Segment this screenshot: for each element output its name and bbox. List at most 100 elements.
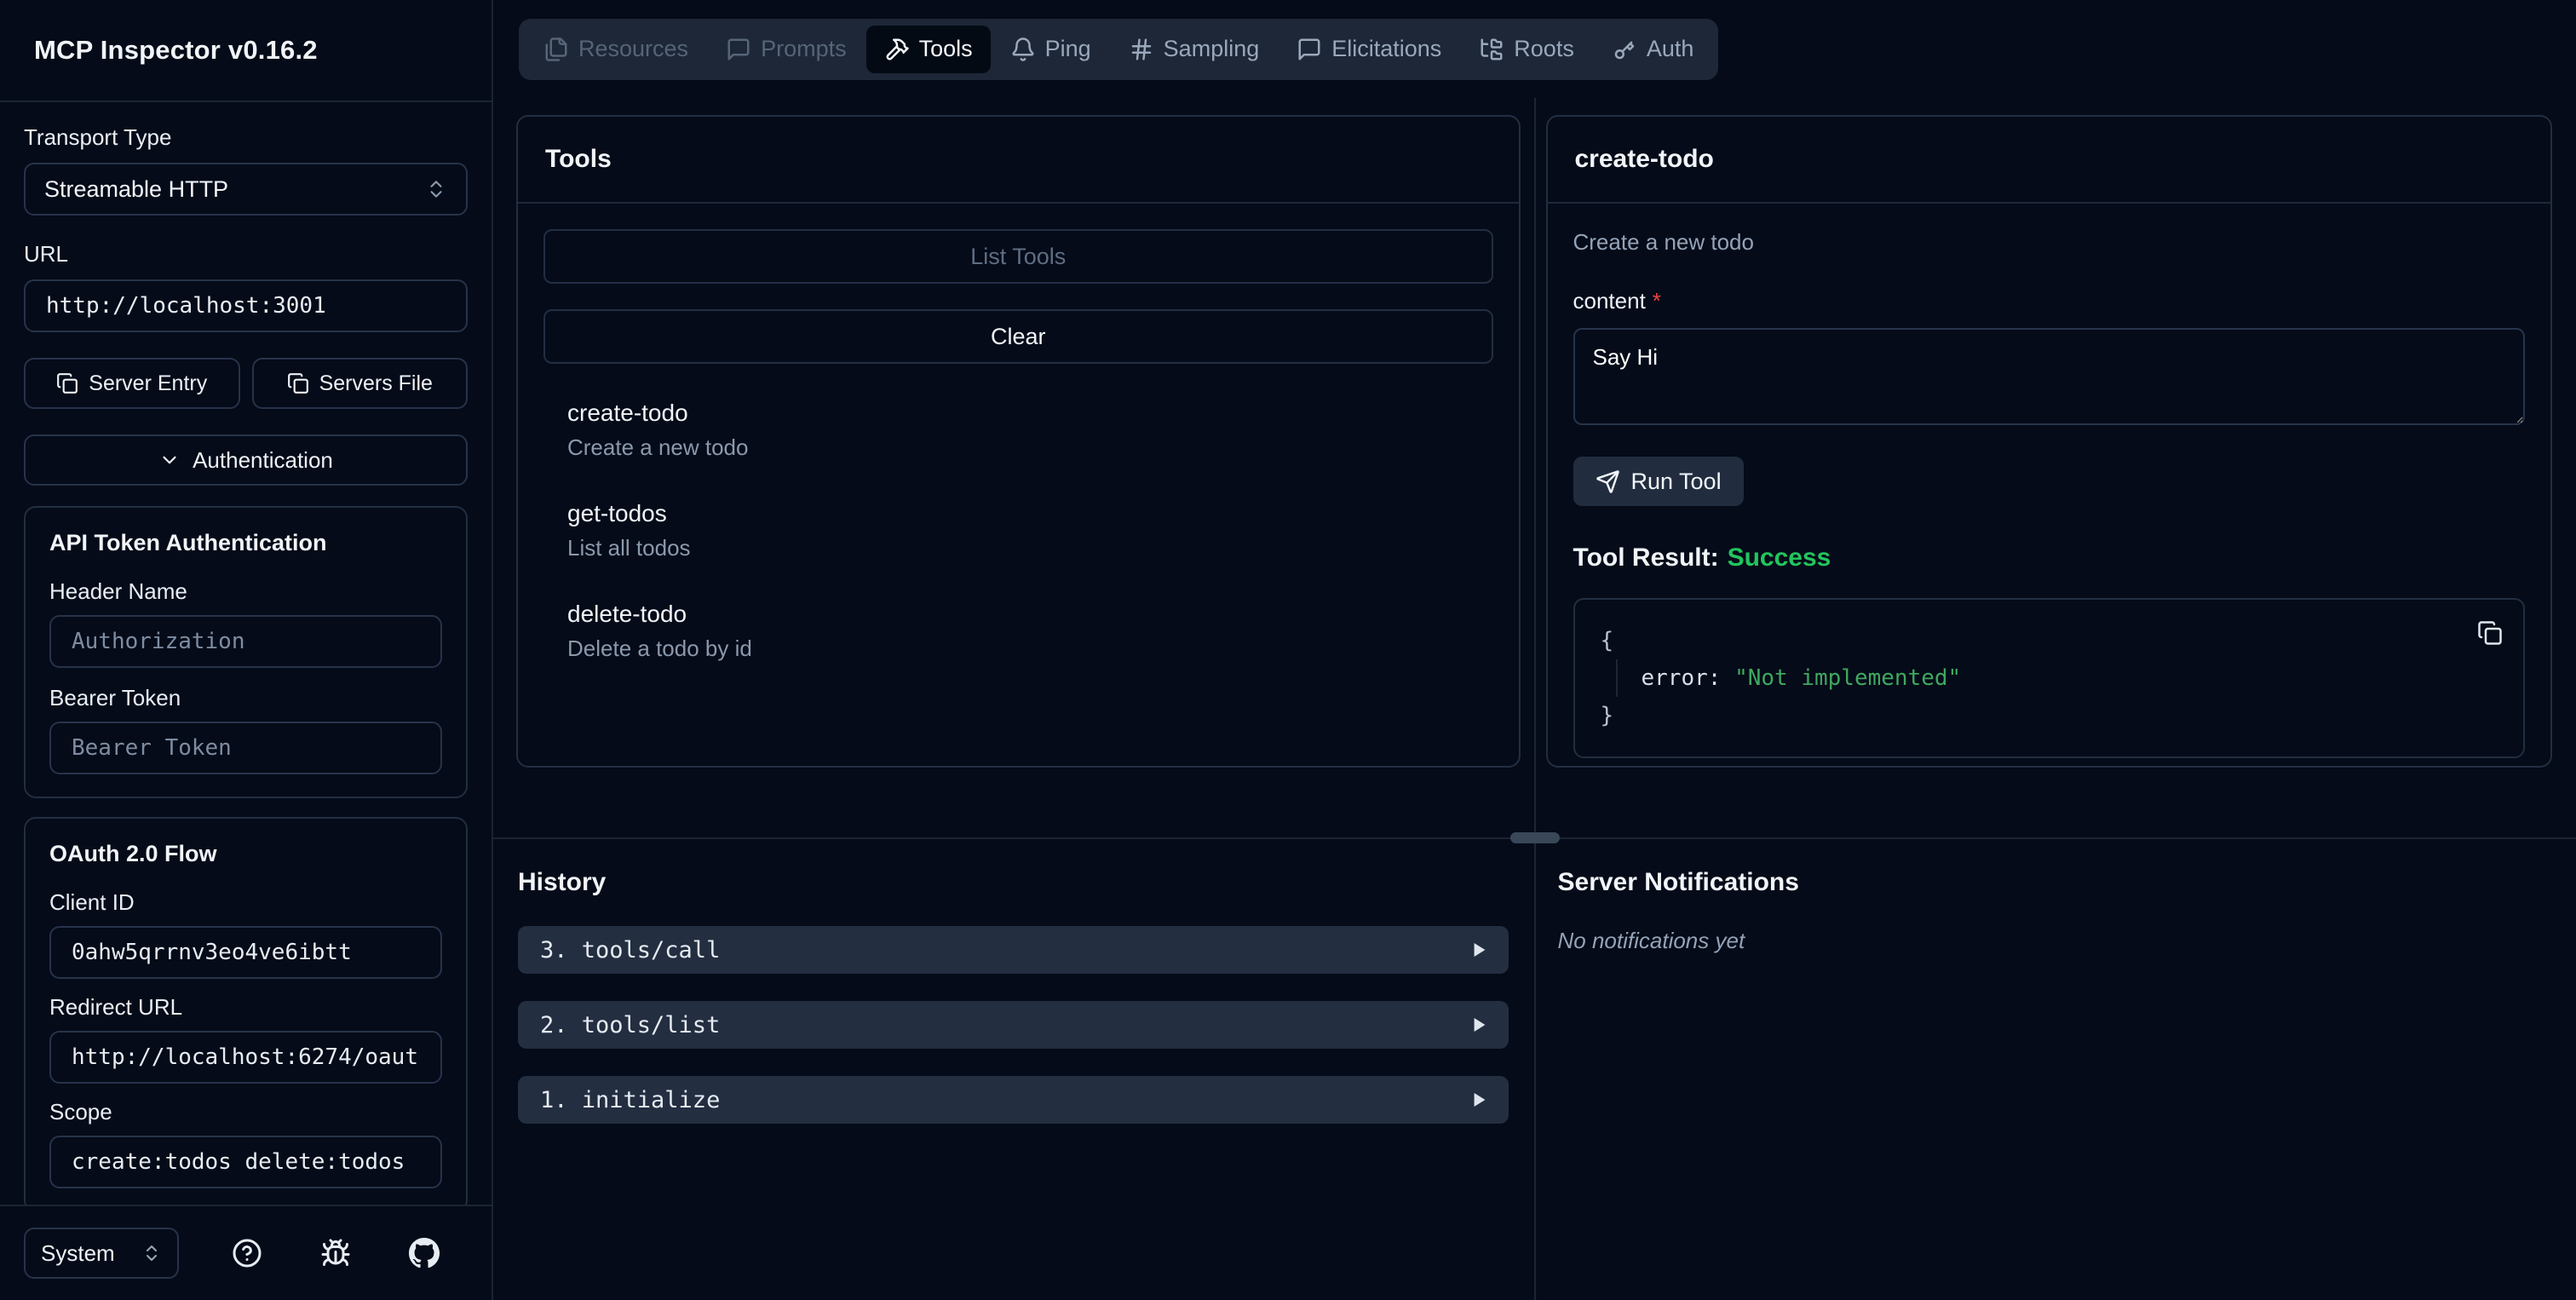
chevrons-up-down-icon <box>147 1245 157 1261</box>
tool-list-item-create-todo[interactable]: create-todo Create a new todo <box>543 400 1493 461</box>
history-row-initialize[interactable]: 1. initialize <box>518 1076 1509 1124</box>
runner-title: create-todo <box>1547 117 2550 204</box>
authentication-toggle-label: Authentication <box>193 446 333 473</box>
scope-input[interactable] <box>49 1136 442 1188</box>
sidebar-content: Transport Type Streamable HTTP URL Serve… <box>0 102 492 1205</box>
redirect-url-input[interactable] <box>49 1031 442 1084</box>
sidebar-footer: System <box>0 1205 492 1300</box>
chevrons-up-down-icon <box>430 181 442 198</box>
tab-ping[interactable]: Ping <box>992 26 1109 73</box>
expand-arrow-icon <box>1474 1018 1485 1032</box>
tab-tools[interactable]: Tools <box>865 25 991 73</box>
notifications-empty-text: No notifications yet <box>1557 928 1745 953</box>
json-value: "Not implemented" <box>1734 665 1962 691</box>
history-row-tools-call[interactable]: 3. tools/call <box>518 926 1509 974</box>
tab-sampling[interactable]: Sampling <box>1111 26 1278 73</box>
result-status-badge: Success <box>1727 544 1831 572</box>
theme-select[interactable]: System <box>24 1228 179 1279</box>
key-icon <box>1614 41 1635 59</box>
url-label: URL <box>24 241 69 267</box>
clear-tools-button[interactable]: Clear <box>543 309 1493 364</box>
api-token-title: API Token Authentication <box>49 530 327 555</box>
transport-type-select[interactable]: Streamable HTTP <box>24 163 468 216</box>
bug-report-button[interactable] <box>317 1234 354 1272</box>
message-square-icon <box>727 38 750 60</box>
bug-icon <box>321 1239 350 1266</box>
help-button[interactable] <box>228 1234 266 1272</box>
tab-elicitations[interactable]: Elicitations <box>1279 26 1459 73</box>
content-field-label: content * <box>1573 288 1661 313</box>
servers-file-button[interactable]: Servers File <box>251 358 468 409</box>
tools-panel-title: Tools <box>518 117 1519 204</box>
theme-select-value: System <box>41 1240 115 1266</box>
notifications-title: Server Notifications <box>1557 868 1799 896</box>
footer-icons <box>228 1234 443 1272</box>
github-button[interactable] <box>405 1234 443 1272</box>
runner-body: Create a new todo content * Say Hi Run To… <box>1548 204 2551 766</box>
list-tools-button[interactable]: List Tools <box>543 229 1493 284</box>
hammer-icon <box>886 37 909 60</box>
tool-list-item-get-todos[interactable]: get-todos List all todos <box>543 500 1493 561</box>
url-input[interactable] <box>24 279 468 332</box>
content-textarea[interactable]: Say Hi <box>1573 328 2525 425</box>
oauth-card: OAuth 2.0 Flow Client ID Redirect URL Sc… <box>24 817 468 1205</box>
history-list: 3. tools/call 2. tools/list 1. initializ… <box>518 926 1509 1124</box>
history-row-tools-list[interactable]: 2. tools/list <box>518 1001 1509 1049</box>
runner-column: create-todo Create a new todo content * S… <box>1536 98 2576 837</box>
oauth-title: OAuth 2.0 Flow <box>49 841 217 866</box>
redirect-url-label: Redirect URL <box>49 994 183 1020</box>
history-title: History <box>518 868 607 896</box>
tab-roots[interactable]: Roots <box>1461 26 1592 73</box>
transport-type-label: Transport Type <box>24 124 172 150</box>
send-icon <box>1596 469 1619 493</box>
server-entry-label: Server Entry <box>89 371 208 395</box>
copy-icon <box>2478 621 2502 645</box>
github-icon <box>409 1238 440 1268</box>
app-title: MCP Inspector v0.16.2 <box>34 35 318 65</box>
copy-result-button[interactable] <box>2477 620 2503 646</box>
run-tool-button[interactable]: Run Tool <box>1573 457 1744 506</box>
tab-resources[interactable]: Resources <box>526 26 706 73</box>
copy-buttons-row: Server Entry Servers File <box>24 358 468 409</box>
client-id-input[interactable] <box>49 926 442 979</box>
result-json-box: { error: "Not implemented" } <box>1573 598 2525 758</box>
history-section: History 3. tools/call 2. tools/list 1. i… <box>493 839 1534 1300</box>
client-id-label: Client ID <box>49 889 135 915</box>
notifications-section: Server Notifications No notifications ye… <box>1536 839 2576 1300</box>
circle-help-icon <box>233 1239 262 1268</box>
authentication-toggle[interactable]: Authentication <box>24 434 468 486</box>
tool-result-row: Tool Result: Success <box>1573 544 1831 572</box>
content-grid: Tools List Tools Clear create-todo Creat… <box>493 98 2576 1300</box>
runner-description: Create a new todo <box>1573 229 1754 255</box>
chevron-down-icon <box>163 456 176 464</box>
server-entry-button[interactable]: Server Entry <box>24 358 240 409</box>
bell-icon <box>1012 37 1034 61</box>
tool-list-item-delete-todo[interactable]: delete-todo Delete a todo by id <box>543 601 1493 662</box>
result-json: { error: "Not implemented" } <box>1601 622 2498 734</box>
tool-runner-panel: create-todo Create a new todo content * S… <box>1545 115 2552 768</box>
bearer-token-label: Bearer Token <box>49 685 181 710</box>
header-name-input[interactable] <box>49 615 442 668</box>
tab-prompts[interactable]: Prompts <box>708 26 865 73</box>
bearer-token-input[interactable] <box>49 722 442 774</box>
tools-column: Tools List Tools Clear create-todo Creat… <box>493 98 1534 837</box>
scope-label: Scope <box>49 1099 112 1125</box>
tab-auth[interactable]: Auth <box>1594 26 1712 73</box>
tab-bar-wrap: Resources Prompts Tools Ping Sampling El… <box>493 0 2576 98</box>
required-asterisk: * <box>1652 288 1661 313</box>
files-icon <box>545 37 567 61</box>
sidebar: MCP Inspector v0.16.2 Transport Type Str… <box>0 0 493 1300</box>
api-token-card: API Token Authentication Header Name Bea… <box>24 506 468 798</box>
split-drag-handle[interactable] <box>1509 832 1560 843</box>
sidebar-header: MCP Inspector v0.16.2 <box>0 0 492 102</box>
app-root: MCP Inspector v0.16.2 Transport Type Str… <box>0 0 2576 1300</box>
copy-icon <box>287 373 308 394</box>
servers-file-label: Servers File <box>319 371 433 395</box>
tools-panel-body: List Tools Clear create-todo Create a ne… <box>518 204 1519 766</box>
tools-panel: Tools List Tools Clear create-todo Creat… <box>516 115 1521 768</box>
header-name-label: Header Name <box>49 578 187 604</box>
tool-list: create-todo Create a new todo get-todos … <box>543 400 1493 662</box>
tab-bar: Resources Prompts Tools Ping Sampling El… <box>519 18 1719 80</box>
folder-tree-icon <box>1481 38 1503 60</box>
copy-icon <box>57 373 78 394</box>
